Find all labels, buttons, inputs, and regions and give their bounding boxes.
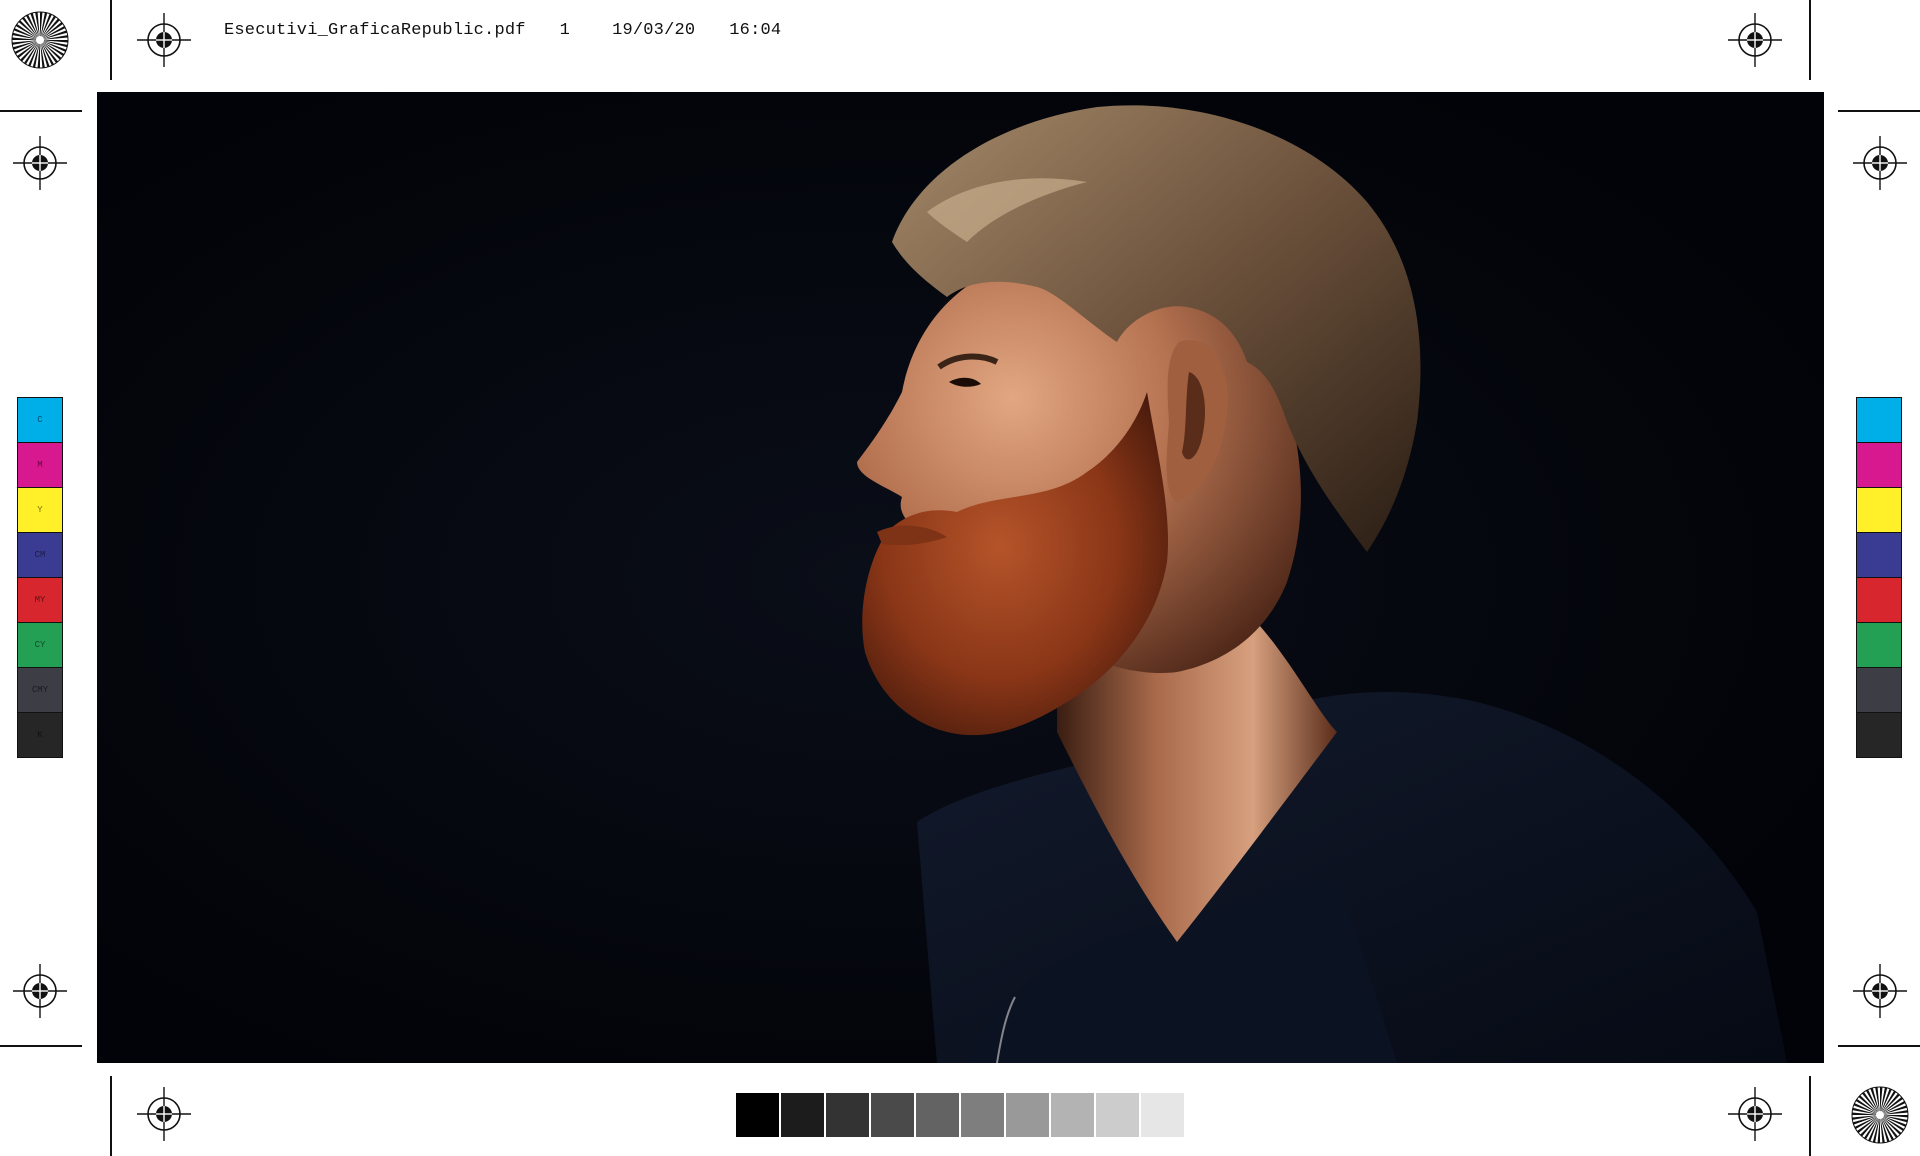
crop-mark-bottom-right-horizontal — [1838, 1045, 1920, 1047]
gray-step-8 — [1096, 1093, 1139, 1137]
registration-mark-left-lower — [12, 963, 68, 1019]
right-patch-2 — [1857, 488, 1901, 533]
right-patch-6 — [1857, 668, 1901, 713]
registration-mark-right-upper — [1852, 135, 1908, 191]
slug-page-number: 1 — [559, 20, 571, 40]
registration-mark-top-right — [1727, 12, 1783, 68]
color-bar-right — [1856, 397, 1902, 758]
registration-mark-left-upper — [12, 135, 68, 191]
crop-mark-bottom-left-horizontal — [0, 1045, 82, 1047]
crop-mark-top-right-vertical — [1809, 0, 1811, 80]
registration-mark-bottom-left — [136, 1086, 192, 1142]
crop-mark-bottom-right-vertical — [1809, 1076, 1811, 1156]
registration-mark-top-left — [136, 12, 192, 68]
gray-step-6 — [1006, 1093, 1049, 1137]
right-patch-1 — [1857, 443, 1901, 488]
gray-step-0 — [736, 1093, 779, 1137]
right-patch-7 — [1857, 713, 1901, 757]
crop-mark-top-right-horizontal — [1838, 110, 1920, 112]
right-patch-3 — [1857, 533, 1901, 578]
slug-time: 16:04 — [729, 20, 782, 40]
star-target-bottom-right — [1851, 1086, 1909, 1144]
slug-date: 19/03/20 — [612, 20, 696, 40]
left-patch-cm: CM — [18, 533, 62, 578]
crop-mark-top-left-horizontal — [0, 110, 82, 112]
left-patch-cy: CY — [18, 623, 62, 668]
crop-mark-top-left-vertical — [110, 0, 112, 80]
gray-step-3 — [871, 1093, 914, 1137]
gray-scale-strip — [736, 1093, 1186, 1137]
right-patch-4 — [1857, 578, 1901, 623]
registration-mark-right-lower — [1852, 963, 1908, 1019]
color-bar-left: C M Y CM MY CY CMY K — [17, 397, 63, 758]
gray-step-7 — [1051, 1093, 1094, 1137]
left-patch-m: M — [18, 443, 62, 488]
left-patch-k: K — [18, 713, 62, 757]
slug-line: Esecutivi_GraficaRepublic.pdf 1 19/03/20… — [224, 18, 781, 42]
slug-filename: Esecutivi_GraficaRepublic.pdf — [224, 20, 526, 40]
left-patch-cmy: CMY — [18, 668, 62, 713]
portrait-photo — [97, 92, 1824, 1063]
gray-step-5 — [961, 1093, 1004, 1137]
portrait-illustration — [97, 92, 1824, 1063]
left-patch-y: Y — [18, 488, 62, 533]
gray-step-2 — [826, 1093, 869, 1137]
right-patch-5 — [1857, 623, 1901, 668]
crop-mark-bottom-left-vertical — [110, 1076, 112, 1156]
left-patch-my: MY — [18, 578, 62, 623]
gray-step-1 — [781, 1093, 824, 1137]
registration-mark-bottom-right — [1727, 1086, 1783, 1142]
gray-step-9 — [1141, 1093, 1184, 1137]
left-patch-c: C — [18, 398, 62, 443]
right-patch-0 — [1857, 398, 1901, 443]
gray-step-4 — [916, 1093, 959, 1137]
star-target-top-left — [11, 11, 69, 69]
